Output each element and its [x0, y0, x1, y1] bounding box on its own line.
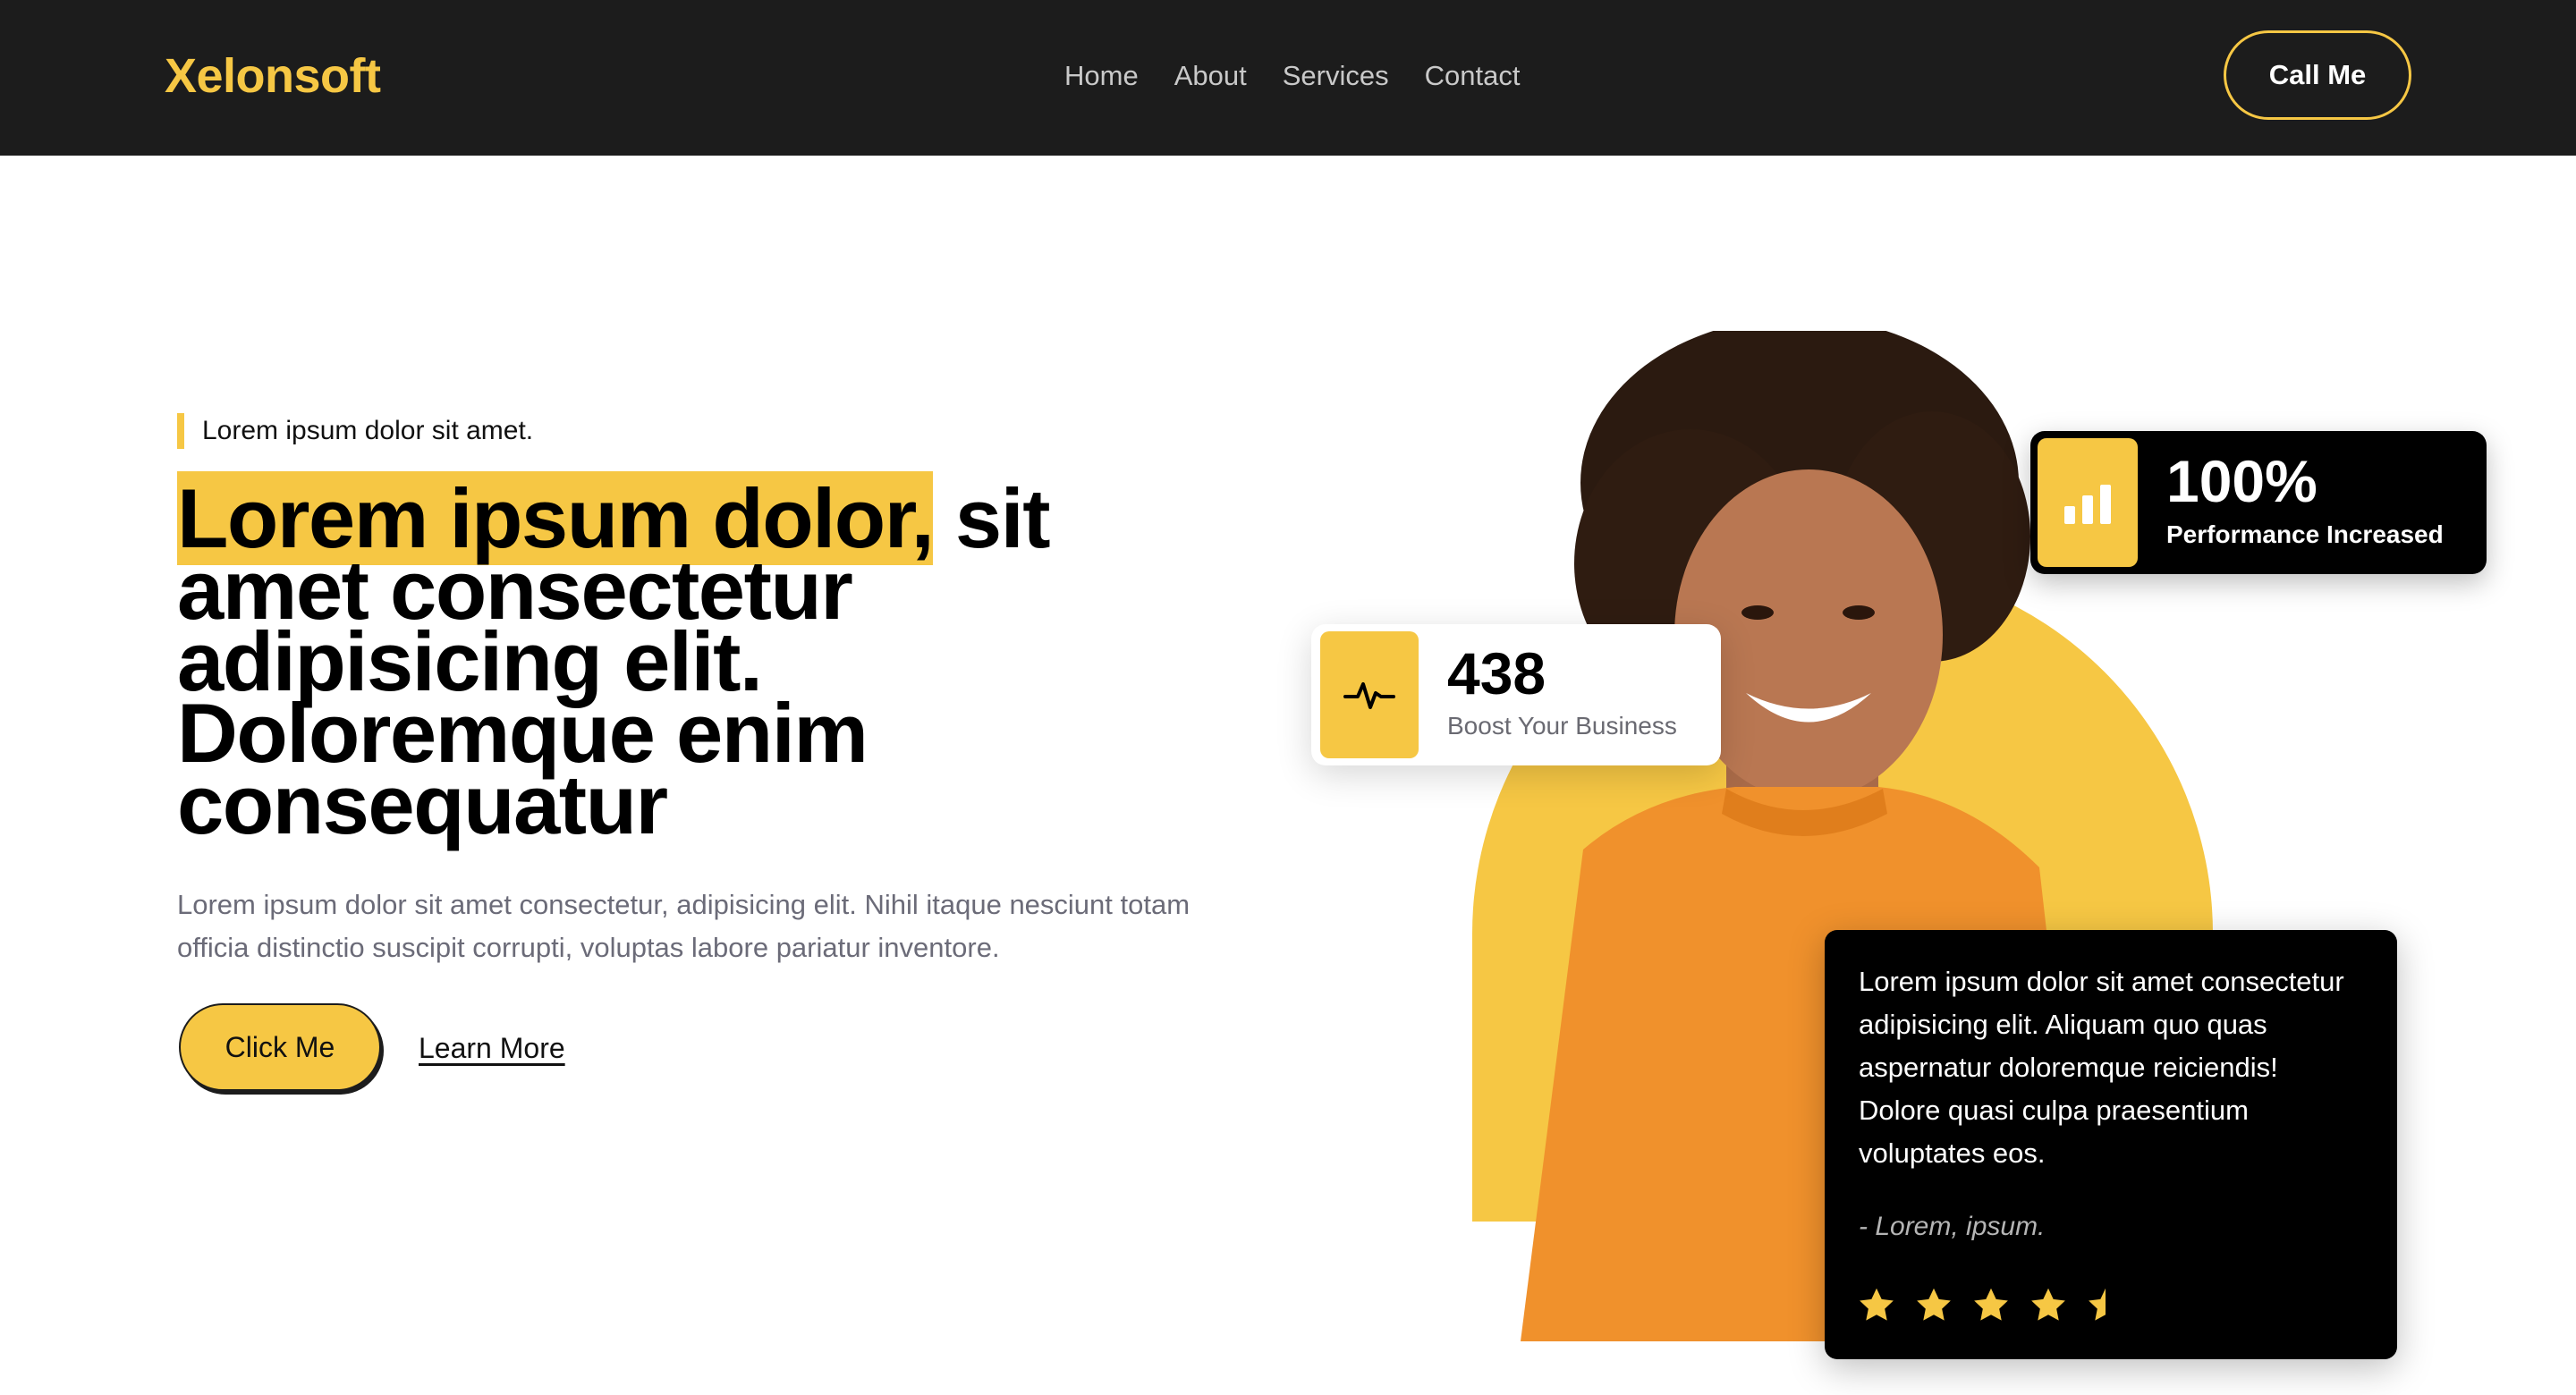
brand-logo[interactable]: Xelonsoft [165, 45, 381, 107]
stat-label: Boost Your Business [1447, 712, 1677, 740]
performance-label: Performance Increased [2166, 520, 2444, 548]
bar-chart-icon [2038, 438, 2138, 567]
stat-card: 438 Boost Your Business [1311, 624, 1721, 765]
stat-value: 438 [1447, 640, 1546, 706]
testimonial-author: - Lorem, ipsum. [1859, 1212, 2046, 1241]
performance-card: 100% Performance Increased [2030, 431, 2487, 574]
star-icon [2031, 1288, 2065, 1321]
learn-more-link[interactable]: Learn More [419, 1030, 565, 1066]
star-half-icon [2089, 1288, 2106, 1321]
click-me-button[interactable]: Click Me [179, 1003, 381, 1091]
nav-links: Home About Services Contact [1064, 54, 1520, 98]
star-icon [1917, 1288, 1951, 1321]
nav-link-about[interactable]: About [1174, 54, 1247, 98]
nav-link-contact[interactable]: Contact [1425, 54, 1521, 98]
hero-eyebrow: Lorem ipsum dolor sit amet. [177, 413, 533, 449]
nav-link-services[interactable]: Services [1283, 54, 1389, 98]
nav-link-home[interactable]: Home [1064, 54, 1139, 98]
rating-stars [1857, 1286, 2125, 1325]
star-icon [1974, 1288, 2008, 1321]
performance-value: 100% [2166, 448, 2318, 514]
hero-headline: Lorem ipsum dolor, sit amet consectetur … [177, 471, 1161, 847]
call-me-button[interactable]: Call Me [2224, 30, 2411, 120]
pulse-icon [1320, 631, 1419, 758]
star-icon [1860, 1288, 1894, 1321]
testimonial-quote: Lorem ipsum dolor sit amet consectetur a… [1859, 966, 2344, 1169]
testimonial-card: Lorem ipsum dolor sit amet consectetur a… [1825, 930, 2397, 1359]
hero-subtext: Lorem ipsum dolor sit amet consectetur, … [177, 889, 1191, 963]
navbar: Xelonsoft Home About Services Contact Ca… [0, 0, 2576, 156]
